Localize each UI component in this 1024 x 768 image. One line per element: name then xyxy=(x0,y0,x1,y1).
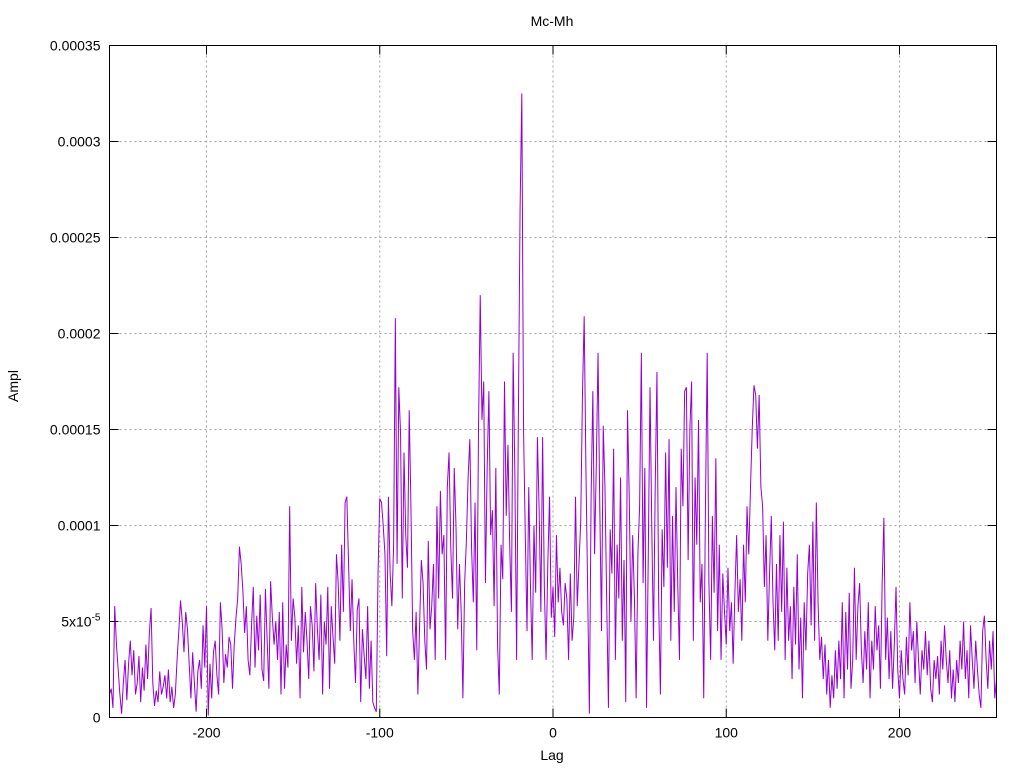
chart-title: Mc-Mh xyxy=(531,13,574,29)
y-tick-label-exponent: -5 xyxy=(92,613,101,624)
x-tick-label: -100 xyxy=(366,725,394,741)
y-tick-label: 5x10-5 xyxy=(61,613,101,630)
line-chart: -200 -100 0 100 200 0 5x10-5 0.0001 0.00015 0.00… xyxy=(5,13,997,763)
y-tick-label: 0.0002 xyxy=(58,326,101,342)
grid-lines xyxy=(109,45,997,718)
y-tick-label: 0.0001 xyxy=(58,518,101,534)
x-tick-label: 100 xyxy=(715,725,739,741)
y-tick-label-mantissa: 5x10 xyxy=(61,614,92,630)
x-tick-labels: -200 -100 0 100 200 xyxy=(193,725,912,741)
chart-container: -200 -100 0 100 200 0 5x10-5 0.0001 0.00015 0.00… xyxy=(0,0,1024,768)
y-tick-label: 0.00015 xyxy=(50,422,101,438)
y-axis-label: Ampl xyxy=(5,370,21,402)
x-tick-label: 0 xyxy=(549,725,557,741)
y-tick-label: 0 xyxy=(93,710,101,726)
y-tick-label: 0.00035 xyxy=(50,38,101,54)
y-tick-label: 0.00025 xyxy=(50,230,101,246)
x-axis-label: Lag xyxy=(540,747,563,763)
y-tick-label: 0.0003 xyxy=(58,134,101,150)
x-tick-label: -200 xyxy=(193,725,221,741)
x-tick-label: 200 xyxy=(888,725,912,741)
y-tick-labels: 0 5x10-5 0.0001 0.00015 0.0002 0.00025 0.0003 0… xyxy=(50,38,101,726)
